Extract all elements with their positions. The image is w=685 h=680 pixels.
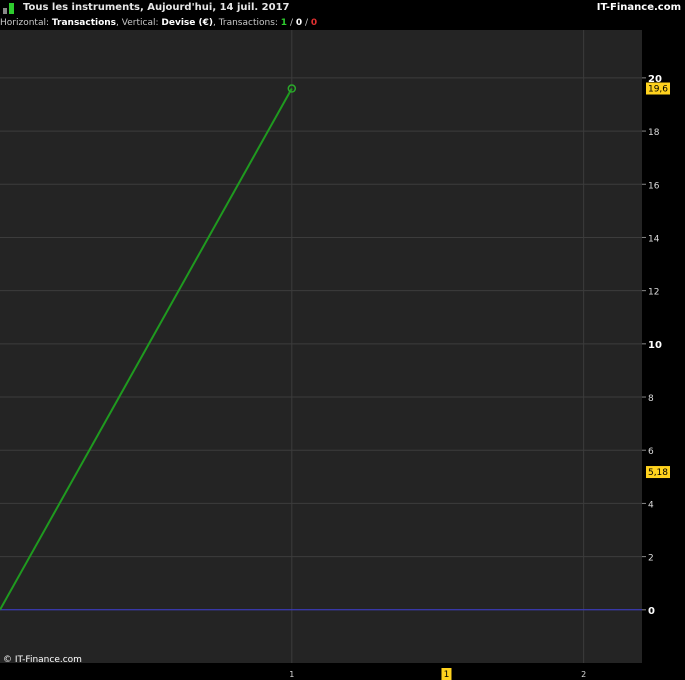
vertical-value: Devise (€) (161, 18, 213, 28)
y-tick-label: 14 (648, 234, 660, 244)
horizontal-label: Horizontal: (0, 18, 49, 28)
info-bar: Horizontal: Transactions, Vertical: Devi… (0, 16, 685, 30)
y-tick-label: 2 (648, 554, 654, 564)
y-tick-label: 0 (648, 606, 655, 617)
y-tick-label: 6 (648, 447, 654, 457)
y-tick-label: 18 (648, 128, 660, 138)
x-axis: 1 2 1 (289, 668, 586, 680)
y-tick-label: 10 (648, 340, 662, 351)
neutral-count: 0 (295, 18, 303, 28)
copyright-label: © IT-Finance.com (3, 655, 82, 665)
chart-area: 02468101214161820 1 21 19,65,18 (0, 30, 685, 680)
separator: / (305, 18, 309, 28)
y-tick-label: 4 (648, 500, 654, 510)
title-bar: Tous les instruments, Aujourd'hui, 14 ju… (0, 0, 685, 16)
x-tick-label: 1 (289, 670, 294, 679)
separator: / (289, 18, 293, 28)
horizontal-value: Transactions (51, 18, 117, 28)
vertical-label: , Vertical: (116, 18, 159, 28)
value-tag-label: 19,6 (648, 85, 668, 95)
chart-title: Tous les instruments, Aujourd'hui, 14 ju… (23, 2, 290, 13)
losing-count: 0 (310, 18, 318, 28)
y-tick-label: 16 (648, 181, 660, 191)
x-tick-label: 2 (581, 670, 586, 679)
plot-background (0, 30, 642, 663)
brand-label: IT-Finance.com (596, 2, 681, 13)
value-tag-label: 5,18 (648, 468, 668, 478)
transactions-label: , Transactions: (212, 18, 278, 28)
y-tick-label: 8 (648, 394, 654, 404)
y-tick-label: 12 (648, 288, 659, 298)
bar-chart-icon (3, 3, 17, 14)
winning-count: 1 (280, 18, 288, 28)
x-marker-label: 1 (444, 670, 450, 680)
